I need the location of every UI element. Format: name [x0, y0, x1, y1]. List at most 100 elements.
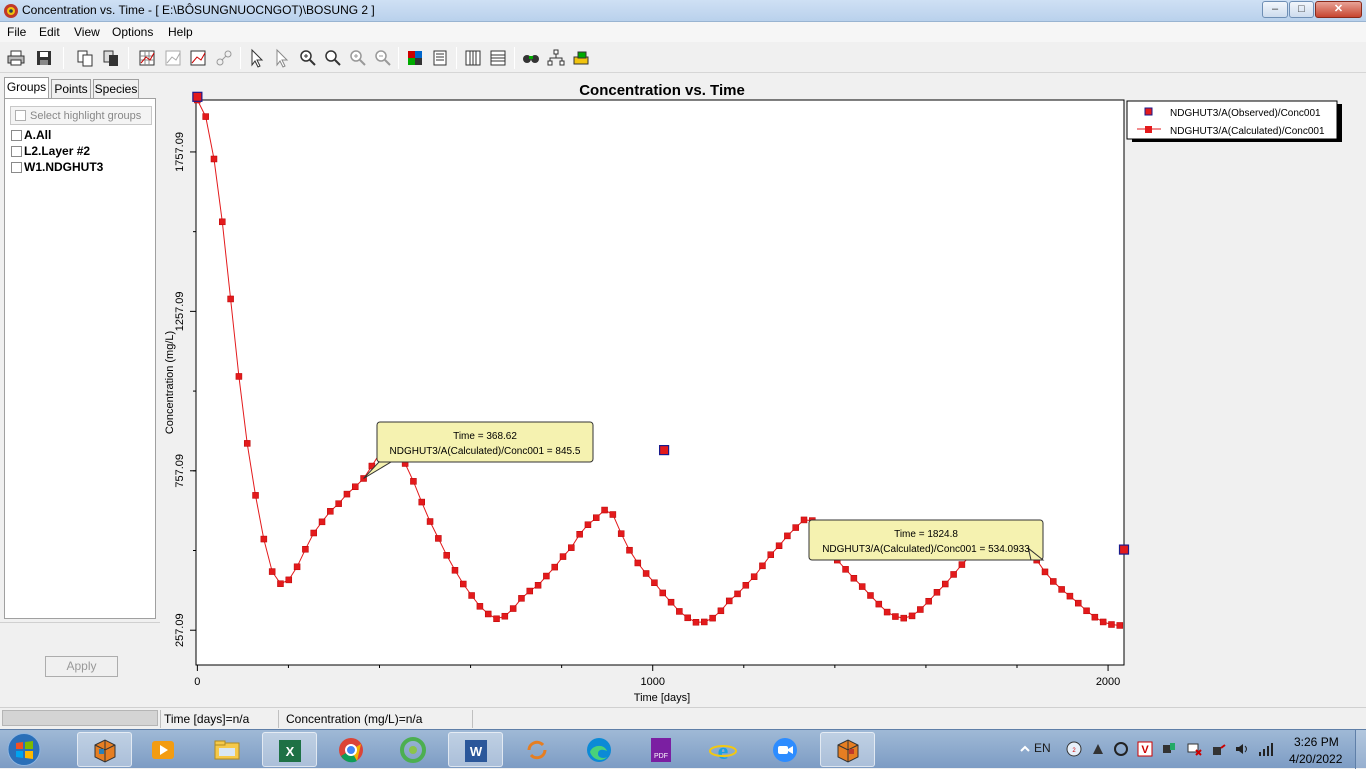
select-pointer-icon[interactable] [247, 48, 267, 68]
properties-icon[interactable] [430, 48, 450, 68]
y-axis-label: Concentration (mg/L) [164, 331, 176, 434]
rows-icon[interactable] [488, 48, 508, 68]
calculated-point [543, 572, 550, 580]
calculated-point [443, 552, 450, 559]
group-label: L2.Layer #2 [24, 144, 91, 158]
calculated-point [493, 615, 500, 623]
tab-points[interactable]: Points [51, 79, 91, 98]
edge-icon[interactable] [572, 732, 627, 767]
tooltip-line-2: NDGHUT3/A(Calculated)/Conc001 = 534.0933 [822, 544, 1030, 555]
network-tool-icon[interactable] [1090, 741, 1106, 757]
palette-icon[interactable] [571, 48, 591, 68]
svg-text:W: W [470, 744, 483, 759]
calculated-point [676, 608, 683, 615]
chart-area[interactable]: Concentration vs. Time 0 1000 2000 257.09 757… [161, 76, 1366, 706]
highlight-checkbox[interactable] [15, 110, 26, 121]
volume-icon[interactable] [1234, 741, 1250, 757]
calculated-point [1074, 599, 1082, 607]
menu-help[interactable]: Help [168, 25, 193, 39]
clock-date[interactable]: 4/20/2022 [1289, 752, 1342, 766]
calculated-point [858, 583, 866, 590]
ie-icon[interactable]: e [696, 732, 751, 767]
signal-icon[interactable] [1258, 741, 1274, 757]
group-label: W1.NDGHUT3 [24, 160, 104, 174]
zoom-plus-icon[interactable] [348, 48, 368, 68]
excel-icon[interactable]: X [262, 732, 317, 767]
columns-icon[interactable] [463, 48, 483, 68]
grid-icon[interactable] [137, 48, 157, 68]
pdf-icon[interactable]: PDF [634, 732, 689, 767]
show-desktop-button[interactable] [1355, 730, 1366, 769]
language-indicator[interactable]: EN [1034, 741, 1051, 755]
tab-species[interactable]: Species [93, 79, 139, 98]
security-icon[interactable]: 2 [1066, 741, 1082, 757]
status-time: Time [days]=n/a [164, 712, 250, 726]
status-bar: Time [days]=n/a Concentration (mg/L)=n/a [0, 707, 1366, 729]
close-button[interactable]: ✕ [1315, 1, 1362, 18]
log-scale-icon[interactable] [188, 48, 208, 68]
menu-view[interactable]: View [74, 25, 100, 39]
save-icon[interactable] [34, 48, 54, 68]
calculated-point [767, 551, 775, 558]
zoom-minus-icon[interactable] [373, 48, 393, 68]
calculated-point [917, 606, 924, 613]
word-icon[interactable]: W [448, 732, 503, 767]
calculated-point [725, 597, 733, 605]
group-checkbox[interactable] [11, 146, 22, 157]
tab-groups[interactable]: Groups [4, 77, 49, 98]
menu-file[interactable]: File [7, 25, 26, 39]
copy-icon[interactable] [75, 48, 95, 68]
print-icon[interactable] [6, 48, 26, 68]
calculated-point [551, 563, 558, 571]
zoom-in-icon[interactable] [298, 48, 318, 68]
identify-pointer-icon[interactable] [272, 48, 292, 68]
coccoc-icon[interactable] [386, 732, 441, 767]
start-button[interactable] [4, 731, 44, 768]
media-player-icon[interactable] [136, 732, 191, 767]
zoom-icon[interactable] [758, 732, 813, 767]
tree-icon[interactable] [546, 48, 566, 68]
colors-icon[interactable] [405, 48, 425, 68]
sync-icon[interactable] [510, 732, 565, 767]
status-scrollbar[interactable] [2, 710, 158, 726]
calculated-point [460, 580, 467, 588]
calculated-point [867, 592, 874, 599]
maximize-button[interactable]: □ [1289, 1, 1314, 18]
file-explorer-icon[interactable] [200, 732, 255, 767]
legend-toggle-icon[interactable] [214, 48, 234, 68]
v-tray-icon[interactable]: V [1137, 741, 1153, 757]
sync-tray-icon[interactable] [1113, 741, 1129, 757]
minimize-button[interactable]: – [1262, 1, 1288, 18]
select-highlight-groups[interactable]: Select highlight groups [10, 106, 152, 125]
visual-modflow-icon[interactable] [77, 732, 132, 767]
calculated-point [518, 595, 525, 602]
calculated-point [850, 575, 858, 582]
action-center-icon[interactable] [1186, 741, 1202, 757]
visual-modflow-2-icon[interactable] [820, 732, 875, 767]
menu-edit[interactable]: Edit [39, 25, 60, 39]
group-checkbox[interactable] [11, 162, 22, 173]
clock-time[interactable]: 3:26 PM [1294, 735, 1339, 749]
find-icon[interactable] [521, 48, 541, 68]
copy-data-icon[interactable] [101, 48, 121, 68]
calculated-point [750, 573, 758, 580]
calculated-point [1083, 607, 1090, 615]
svg-text:V: V [1141, 744, 1149, 756]
group-checkbox[interactable] [11, 130, 22, 141]
value-tooltip: Time = 1824.8 NDGHUT3/A(Calculated)/Conc0… [808, 519, 1045, 561]
chrome-icon[interactable] [324, 732, 379, 767]
usb-tray-icon[interactable] [1210, 741, 1226, 757]
app-icon [4, 4, 18, 18]
calculated-point [883, 608, 891, 616]
calculated-point [584, 521, 592, 528]
apply-button[interactable]: Apply [45, 656, 118, 677]
zoom-window-icon[interactable] [323, 48, 343, 68]
tray-expand-icon[interactable] [1017, 741, 1033, 757]
concentration-chart[interactable]: Concentration vs. Time 0 1000 2000 257.09 757… [161, 76, 1366, 706]
calculated-point [933, 589, 941, 596]
calculated-point [468, 592, 475, 599]
devices-tray-icon[interactable] [1161, 741, 1177, 757]
calculated-point [352, 483, 359, 491]
chart-type-icon[interactable] [163, 48, 183, 68]
menu-options[interactable]: Options [112, 25, 153, 39]
